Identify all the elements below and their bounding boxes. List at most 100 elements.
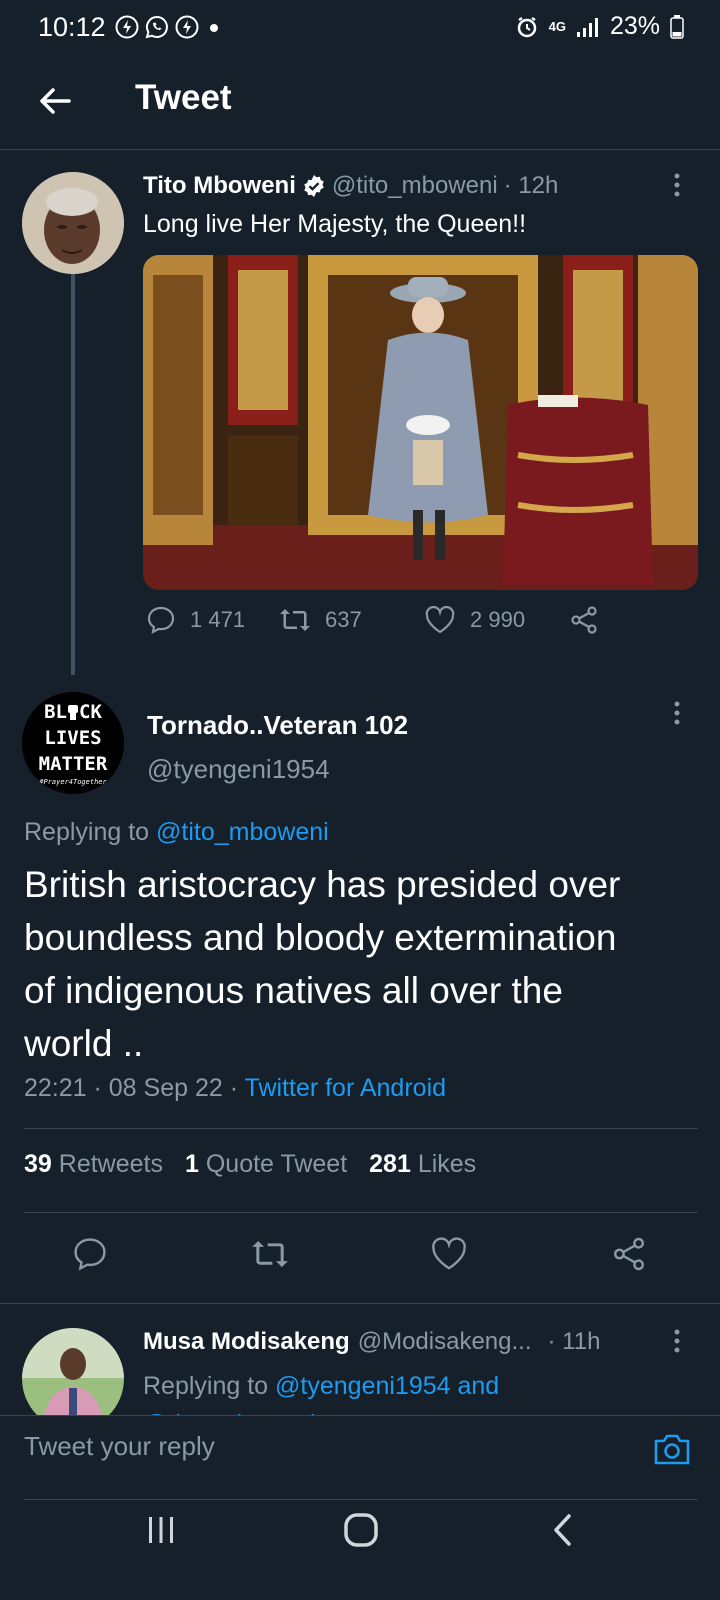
tweet-header: Musa Modisakeng @Modisakeng... · 11h	[143, 1328, 600, 1356]
verified-badge-icon	[304, 175, 324, 197]
home-button[interactable]	[336, 1505, 386, 1555]
page-title: Tweet	[135, 78, 232, 117]
reply-button[interactable]: 1 471	[146, 605, 279, 635]
tweet-time: · 11h	[547, 1328, 601, 1355]
comment-icon	[147, 606, 175, 635]
raised-fist-icon	[68, 705, 78, 720]
flash-icon	[175, 15, 199, 39]
flash-icon	[115, 15, 139, 39]
battery-percent: 23%	[609, 12, 660, 40]
like-count: 2 990	[470, 607, 526, 632]
reply-composer: Tweet your reply	[0, 1415, 720, 1505]
person-photo	[22, 1328, 124, 1415]
more-options-button[interactable]	[662, 170, 692, 200]
reply-count: 1 471	[190, 607, 246, 632]
focused-tweet-actions	[0, 1232, 720, 1282]
divider	[24, 1128, 698, 1129]
retweet-button[interactable]: 637	[279, 605, 424, 635]
more-options-button[interactable]	[662, 1326, 692, 1356]
chevron-left-icon	[554, 1514, 571, 1546]
more-vertical-icon	[674, 173, 680, 197]
author-name[interactable]: Tornado..Veteran 102	[147, 710, 408, 741]
person-photo	[22, 172, 124, 274]
author-handle[interactable]: @tyengeni1954	[147, 754, 330, 785]
avatar-text-lives: LIVES	[44, 727, 102, 749]
thread-line	[71, 274, 75, 675]
retweet-button[interactable]	[248, 1232, 292, 1276]
more-options-button[interactable]	[662, 698, 692, 728]
system-icons: 4G 23%	[515, 12, 684, 41]
comment-icon	[74, 1238, 106, 1271]
timestamp: 22:21 · 08 Sep 22 ·	[24, 1074, 239, 1102]
likes-stat[interactable]: 281 Likes	[369, 1150, 476, 1179]
status-time: 10:12	[38, 12, 106, 42]
retweets-stat[interactable]: 39 Retweets	[24, 1150, 163, 1179]
whatsapp-icon	[145, 15, 168, 39]
retweet-icon	[280, 609, 310, 631]
avatar-text-matter: MATTER	[38, 753, 108, 775]
tweet-actions: 1 471 637 2 990	[146, 605, 599, 635]
avatar-text-hashtag: #Prayer4Together	[39, 778, 107, 786]
author-handle[interactable]: @tito_mboweni	[332, 172, 498, 200]
network-type: 4G	[548, 19, 566, 34]
heart-icon	[425, 605, 455, 634]
queen-throne-photo	[143, 255, 698, 590]
mention-link[interactable]: @tito_mboweni	[156, 818, 329, 846]
retweet-count: 637	[325, 607, 362, 632]
tweet-text: Long live Her Majesty, the Queen!!	[143, 210, 527, 238]
battery-icon	[670, 14, 684, 39]
retweet-icon	[252, 1240, 288, 1268]
alarm-icon	[517, 16, 536, 37]
mention-link[interactable]: @tito_mboweni	[143, 1405, 499, 1415]
more-vertical-icon	[674, 701, 680, 725]
replying-to: Replying to @tito_mboweni	[24, 818, 329, 846]
camera-button[interactable]	[650, 1427, 694, 1471]
reply-button[interactable]	[68, 1232, 112, 1276]
recents-button[interactable]	[136, 1505, 186, 1555]
tweet-meta: 22:21 · 08 Sep 22 · Twitter for Android	[24, 1074, 446, 1103]
author-name[interactable]: Tito Mboweni	[143, 172, 296, 200]
dot-icon	[210, 24, 218, 32]
engagement-stats: 39 Retweets 1 Quote Tweet 281 Likes	[24, 1150, 476, 1179]
notification-icons	[114, 14, 224, 40]
divider	[24, 1212, 698, 1213]
heart-icon	[432, 1237, 466, 1270]
reply-input[interactable]: Tweet your reply	[24, 1431, 624, 1471]
mention-link[interactable]: @tyengeni1954 and	[275, 1372, 499, 1400]
like-button[interactable]	[427, 1232, 471, 1276]
quotes-stat[interactable]: 1 Quote Tweet	[185, 1150, 347, 1179]
tweet-time: · 12h	[503, 172, 559, 199]
author-name[interactable]: Musa Modisakeng	[143, 1328, 350, 1356]
parent-tweet[interactable]: Tito Mboweni @tito_mboweni · 12h Long li…	[0, 150, 720, 675]
avatar[interactable]	[22, 1328, 124, 1415]
divider	[0, 1415, 720, 1416]
system-nav-bar	[0, 1505, 720, 1600]
tweet-header: Tito Mboweni @tito_mboweni · 12h	[143, 172, 558, 200]
share-icon	[614, 1237, 644, 1271]
more-vertical-icon	[674, 1329, 680, 1353]
focused-tweet: BL CK LIVES MATTER #Prayer4Together Torn…	[0, 680, 720, 1280]
recents-icon	[149, 1517, 173, 1543]
share-button[interactable]	[569, 605, 599, 635]
avatar[interactable]	[22, 172, 124, 274]
top-app-bar: Tweet	[0, 52, 720, 150]
back-nav-button[interactable]	[538, 1505, 588, 1555]
home-icon	[344, 1513, 378, 1547]
tweet-image[interactable]	[143, 255, 698, 590]
divider	[24, 1499, 698, 1500]
arrow-left-icon	[40, 88, 71, 114]
like-button[interactable]: 2 990	[424, 605, 569, 635]
reply-tweet[interactable]: Musa Modisakeng @Modisakeng... · 11h Rep…	[0, 1304, 720, 1415]
avatar[interactable]: BL CK LIVES MATTER #Prayer4Together	[22, 692, 124, 794]
source-link[interactable]: Twitter for Android	[245, 1074, 446, 1102]
signal-icon	[576, 17, 598, 37]
tweet-text: British aristocracy has presided over bo…	[24, 864, 621, 1064]
replying-to: Replying to @tyengeni1954 and @tito_mbow…	[143, 1367, 499, 1415]
share-button[interactable]	[607, 1232, 651, 1276]
back-button[interactable]	[30, 76, 80, 126]
share-icon	[571, 606, 597, 634]
status-bar: 10:12 4G 23%	[0, 0, 720, 52]
author-handle[interactable]: @Modisakeng...	[358, 1328, 532, 1356]
camera-icon	[654, 1434, 690, 1465]
avatar-text-row: BL CK	[44, 701, 102, 723]
